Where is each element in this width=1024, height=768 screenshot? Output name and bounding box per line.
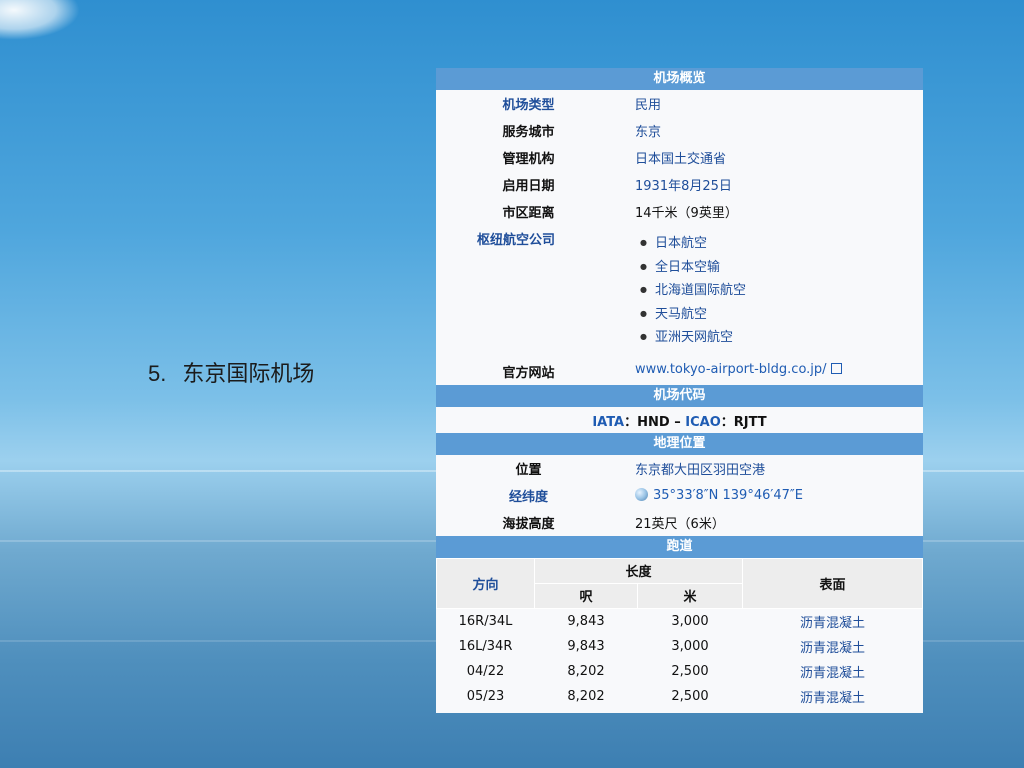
separator: –	[669, 414, 686, 430]
overview-label[interactable]: 机场类型	[436, 90, 621, 117]
overview-row: 市区距离 14千米（9英里）	[436, 198, 923, 225]
hub-airline-item[interactable]: 天马航空	[640, 304, 923, 328]
runway-m-header: 米	[637, 582, 743, 609]
runway-surface[interactable]: 沥青混凝土	[743, 684, 923, 709]
overview-label: 服务城市	[502, 125, 555, 140]
runway-length-ft: 8,202	[567, 688, 605, 704]
runway-length-m: 3,000	[671, 638, 709, 654]
iata-code: HND	[637, 414, 670, 430]
globe-icon	[635, 487, 648, 501]
overview-row: 启用日期 1931年8月25日	[436, 171, 923, 198]
runway-surface[interactable]: 沥青混凝土	[743, 659, 923, 684]
airport-infobox: 机场概览 机场类型 民用服务城市 东京管理机构 日本国土交通省启用日期 1931年8月2…	[436, 68, 923, 713]
table-row: 04/22 8,202 2,500 沥青混凝土	[437, 659, 923, 684]
location-row: 位置 东京都大田区羽田空港	[436, 455, 923, 482]
overview-row: 服务城市 东京	[436, 117, 923, 144]
coord-label[interactable]: 经纬度	[436, 482, 621, 509]
runway-direction: 16R/34L	[458, 613, 513, 629]
runway-ft-header: 呎	[534, 582, 638, 609]
overview-label: 启用日期	[502, 179, 555, 194]
section-header-codes: 机场代码	[436, 384, 923, 407]
overview-label: 管理机构	[502, 152, 555, 167]
runway-table: 方向 长度 表面 呎 米 16R/34L 9,843 3,000 沥青混凝土 16L/3…	[436, 557, 923, 709]
overview-rows: 机场类型 民用 服务城市 东京 管理机构 日本国土交通省 启用日期 1931年8月25日 市区距…	[436, 90, 923, 225]
hub-airline-item[interactable]: 全日本空输	[640, 257, 923, 281]
runway-surface-header: 表面	[742, 557, 923, 609]
elevation-label: 海拔高度	[502, 516, 555, 532]
runway-length-ft: 9,843	[567, 638, 605, 654]
overview-value[interactable]: 东京	[621, 117, 923, 144]
overview-row: 管理机构 日本国土交通省	[436, 144, 923, 171]
table-row: 05/23 8,202 2,500 沥青混凝土	[437, 684, 923, 709]
separator: ：	[624, 414, 638, 430]
cloud-decoration	[0, 0, 80, 40]
runway-direction: 05/23	[466, 688, 505, 704]
section-header-geo: 地理位置	[436, 432, 923, 455]
runway-length-m: 2,500	[671, 663, 709, 679]
runway-length-ft: 9,843	[567, 613, 605, 629]
website-label: 官方网站	[502, 365, 555, 381]
website-url[interactable]: www.tokyo-airport-bldg.co.jp/	[635, 362, 827, 377]
overview-value[interactable]: 日本国土交通省	[621, 144, 923, 171]
hub-airlines-label[interactable]: 枢纽航空公司	[436, 225, 596, 252]
elevation-row: 海拔高度 21英尺（6米）	[436, 509, 923, 536]
iata-link[interactable]: IATA	[592, 415, 624, 430]
runway-length-m: 2,500	[671, 688, 709, 704]
section-header-runways: 跑道	[436, 535, 923, 558]
runway-surface[interactable]: 沥青混凝土	[743, 608, 923, 634]
hub-airlines-row: 枢纽航空公司 日本航空全日本空输北海道国际航空天马航空亚洲天网航空	[436, 225, 923, 355]
overview-value[interactable]: 1931年8月25日	[621, 171, 923, 198]
icao-code: RJTT	[733, 414, 767, 430]
slide-list-item: 5. 东京国际机场	[148, 356, 314, 388]
separator: ：	[720, 414, 734, 430]
list-number: 5.	[148, 361, 167, 386]
hub-airline-item[interactable]: 北海道国际航空	[640, 280, 923, 304]
runway-surface[interactable]: 沥青混凝土	[743, 634, 923, 659]
coord-row: 经纬度 35°33′8″N 139°46′47″E	[436, 482, 923, 509]
runway-direction: 16L/34R	[458, 638, 513, 654]
runways-link[interactable]: 跑道	[666, 539, 692, 554]
overview-value: 14千米（9英里）	[635, 206, 738, 221]
overview-label: 市区距离	[502, 206, 555, 221]
airport-codes: IATA：HND – ICAO：RJTT	[436, 407, 923, 433]
hub-airline-item[interactable]: 亚洲天网航空	[640, 327, 923, 351]
table-row: 16R/34L 9,843 3,000 沥青混凝土	[437, 608, 923, 634]
overview-row: 机场类型 民用	[436, 90, 923, 117]
overview-value[interactable]: 民用	[621, 90, 923, 117]
icao-link[interactable]: ICAO	[685, 415, 721, 430]
runway-length-m: 3,000	[671, 613, 709, 629]
section-header-overview: 机场概览	[436, 68, 923, 90]
elevation-value: 21英尺（6米）	[635, 516, 725, 532]
runway-length-header: 长度	[534, 557, 743, 584]
hub-airline-item[interactable]: 日本航空	[640, 233, 923, 257]
runway-length-ft: 8,202	[567, 663, 605, 679]
runway-rows: 16R/34L 9,843 3,000 沥青混凝土 16L/34R 9,843 3,000 沥…	[437, 608, 923, 709]
slide-item-title: 东京国际机场	[182, 362, 315, 387]
location-value[interactable]: 东京都大田区羽田空港	[621, 455, 923, 482]
external-link-icon	[830, 362, 842, 374]
coord-value[interactable]: 35°33′8″N 139°46′47″E	[621, 482, 923, 507]
hub-airlines-list: 日本航空全日本空输北海道国际航空天马航空亚洲天网航空	[634, 233, 923, 351]
location-label: 位置	[515, 462, 542, 478]
runway-direction-header[interactable]: 方向	[436, 557, 535, 609]
website-link[interactable]: www.tokyo-airport-bldg.co.jp/	[621, 358, 923, 381]
runway-direction: 04/22	[466, 663, 505, 679]
website-row: 官方网站 www.tokyo-airport-bldg.co.jp/	[436, 358, 923, 385]
table-row: 16L/34R 9,843 3,000 沥青混凝土	[437, 634, 923, 659]
coord-text[interactable]: 35°33′8″N 139°46′47″E	[653, 488, 803, 503]
